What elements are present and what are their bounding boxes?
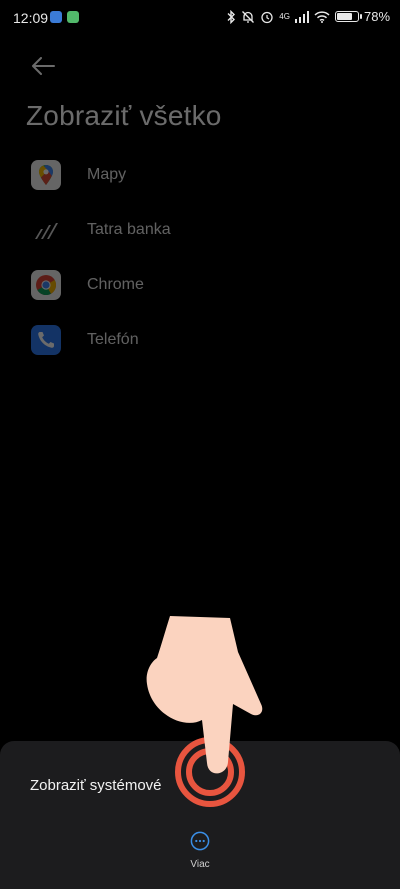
app-label: Tatra banka xyxy=(87,221,171,238)
wifi-icon xyxy=(314,10,330,23)
bluetooth-icon xyxy=(227,9,236,24)
bottom-sheet: Zobraziť systémové Viac xyxy=(0,741,400,889)
mute-bell-icon xyxy=(242,10,255,23)
app-label: Mapy xyxy=(87,166,127,183)
google-maps-icon xyxy=(31,160,61,190)
list-item-telefon[interactable]: Telefón xyxy=(0,315,400,369)
battery-icon xyxy=(334,11,362,22)
list-item-mapy[interactable]: Mapy xyxy=(0,150,400,204)
page-title: Zobraziť všetko xyxy=(26,100,222,131)
back-arrow-icon[interactable] xyxy=(30,54,56,78)
list-item-tatra-banka[interactable]: Tatra banka xyxy=(0,205,400,259)
battery-percentage: 78% xyxy=(363,9,390,24)
more-label: Viac xyxy=(190,859,210,870)
status-time: 12:09 xyxy=(13,10,49,26)
list-item-chrome[interactable]: Chrome xyxy=(0,260,400,314)
status-bar: 12:09 4G 78% xyxy=(0,0,400,36)
notification-message-icon xyxy=(67,11,79,23)
app-label: Chrome xyxy=(87,276,144,293)
notification-app-icon xyxy=(50,11,62,23)
phone-icon xyxy=(31,325,61,355)
tatra-banka-icon xyxy=(31,215,61,245)
signal-icon xyxy=(294,10,309,23)
more-dots-icon xyxy=(190,831,210,851)
alarm-icon xyxy=(261,11,273,23)
show-system-option[interactable]: Zobraziť systémové xyxy=(30,777,162,794)
chrome-icon xyxy=(31,270,61,300)
app-label: Telefón xyxy=(87,331,139,348)
network-type: 4G xyxy=(279,12,290,21)
more-button[interactable]: Viac xyxy=(176,831,224,875)
